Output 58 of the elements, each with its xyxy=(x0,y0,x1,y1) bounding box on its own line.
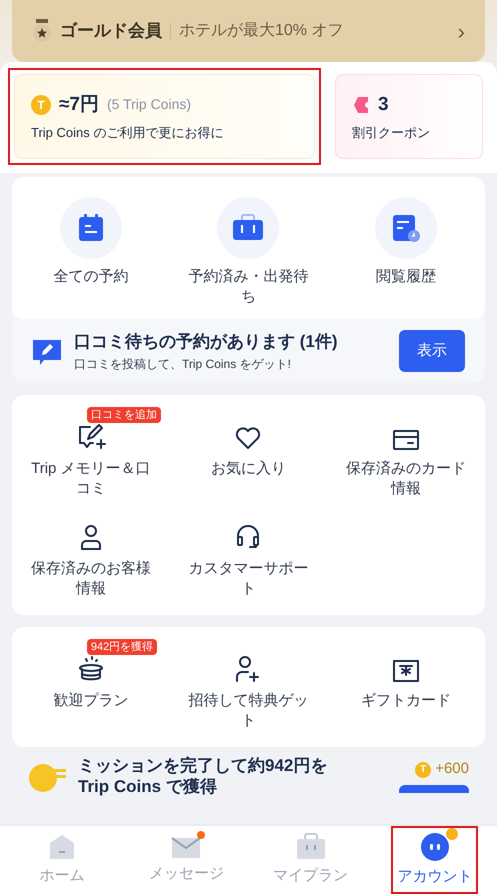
nav-tab[interactable]: アカウント xyxy=(393,828,476,892)
coins-amount: ≈7円 xyxy=(59,92,99,116)
mission-subtitle: Trip Coins で獲得 xyxy=(78,776,218,796)
calendar-icon xyxy=(76,213,105,243)
booking-item[interactable]: 予約済み・出発待ち xyxy=(170,197,328,307)
headset-icon xyxy=(235,522,262,550)
menu-item[interactable]: ギフトカード xyxy=(327,638,485,730)
menu-item[interactable]: 口コミを追加 Trip メモリー＆口コミ xyxy=(12,406,170,498)
gift-card-icon xyxy=(392,658,420,682)
menu-label: ギフトカード xyxy=(361,690,452,710)
booking-item[interactable]: 閲覧履歴 xyxy=(327,197,485,307)
member-benefit: ホテルが最大10% オフ xyxy=(179,20,344,41)
menu-item[interactable]: 保存済みのお客様情報 xyxy=(12,506,170,598)
medal-icon xyxy=(32,19,52,43)
account-avatar-icon xyxy=(420,832,450,862)
mail-icon xyxy=(171,834,202,859)
coins-card[interactable]: T ≈7円 (5 Trip Coins) Trip Coins のご利用で更にお得に xyxy=(8,68,321,165)
booking-label: 全ての予約 xyxy=(52,267,130,287)
menu-label: お気に入り xyxy=(210,458,286,478)
menu-item[interactable]: 保存済みのカード情報 xyxy=(327,406,485,498)
menu-label: 招待して特典ゲット xyxy=(187,690,310,730)
promo-badge: 口コミを追加 xyxy=(86,406,161,422)
chevron-icon: › xyxy=(458,14,465,48)
coupon-count: 3 xyxy=(378,92,389,116)
review-prompt-subtitle: 口コミを投稿して、Trip Coins をゲット! xyxy=(74,356,292,372)
heart-icon xyxy=(234,424,262,450)
coins-caption: Trip Coins のご利用で更にお得に xyxy=(31,124,224,142)
mission-title: ミッションを完了して約942円を xyxy=(78,754,328,776)
review-prompt-title: 口コミ待ちの予約があります (1件) xyxy=(74,331,338,353)
ticket-icon xyxy=(352,96,370,114)
coins-detail: (5 Trip Coins) xyxy=(107,95,192,114)
menu-label: カスタマーサポート xyxy=(187,558,310,598)
show-button[interactable]: 表示 xyxy=(399,330,465,372)
menu-item[interactable]: カスタマーサポート xyxy=(170,506,328,598)
menu-label: 歓迎プラン xyxy=(53,690,128,710)
member-level-label: ゴールド会員 xyxy=(60,20,162,42)
menu-label: 保存済みのお客様情報 xyxy=(30,558,152,598)
promo-badge: 942円を獲得 xyxy=(86,638,158,654)
booking-label: 予約済み・出発待ち xyxy=(187,267,310,307)
menu-item[interactable]: 942円を獲得 歓迎プラン xyxy=(12,638,170,730)
coin-icon: T xyxy=(415,762,432,778)
card-icon xyxy=(392,428,420,450)
menu-label: Trip メモリー＆口コミ xyxy=(30,458,152,498)
coin-icon: T xyxy=(31,94,51,115)
coin-reward: +600 xyxy=(435,759,469,780)
mission-button[interactable] xyxy=(399,784,469,793)
coupon-label: 割引クーポン xyxy=(352,124,431,142)
menu-item[interactable]: お気に入り xyxy=(170,406,328,498)
suitcase-icon xyxy=(232,214,264,242)
menu-item[interactable]: 招待して特典ゲット xyxy=(170,638,328,730)
history-icon xyxy=(391,213,422,243)
bag-icon xyxy=(296,832,326,861)
person-icon xyxy=(78,522,103,550)
booking-item[interactable]: 全ての予約 xyxy=(12,197,170,307)
membership-banner[interactable]: ゴールド会員 ホテルが最大10% オフ › xyxy=(12,0,485,62)
menu-label: 保存済みのカード情報 xyxy=(345,458,468,498)
booking-label: 閲覧履歴 xyxy=(375,267,438,287)
home-icon xyxy=(48,832,76,861)
